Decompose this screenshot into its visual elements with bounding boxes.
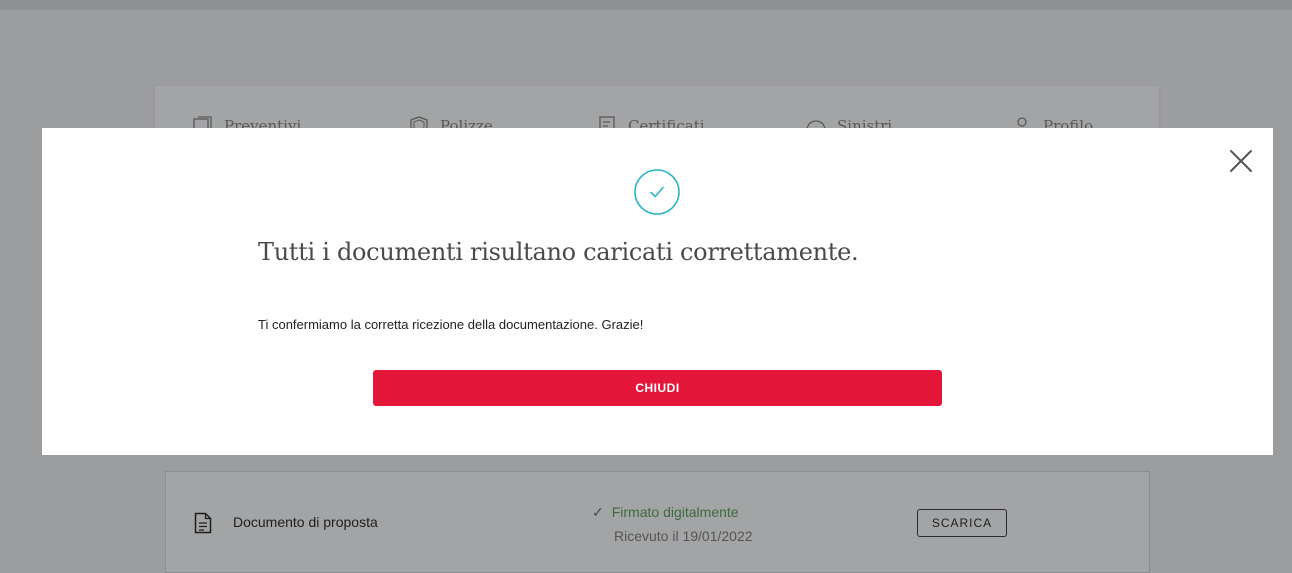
document-title: Documento di proposta	[233, 514, 378, 530]
success-check-icon	[634, 169, 680, 215]
top-bar	[0, 0, 1292, 10]
close-icon[interactable]	[1228, 148, 1254, 174]
status-label: Firmato digitalmente	[611, 504, 739, 520]
check-icon: ✓	[592, 504, 604, 520]
modal-message: Ti confermiamo la corretta ricezione del…	[258, 317, 644, 332]
document-icon	[194, 512, 212, 534]
modal-title: Tutti i documenti risultano caricati cor…	[258, 238, 859, 266]
document-status: ✓ Firmato digitalmente	[592, 504, 739, 521]
download-button[interactable]: SCARICA	[917, 509, 1007, 537]
received-date: Ricevuto il 19/01/2022	[614, 528, 753, 544]
success-modal: Tutti i documenti risultano caricati cor…	[42, 128, 1273, 455]
close-button[interactable]: CHIUDI	[373, 370, 942, 406]
document-row: Documento di proposta ✓ Firmato digitalm…	[165, 471, 1150, 573]
